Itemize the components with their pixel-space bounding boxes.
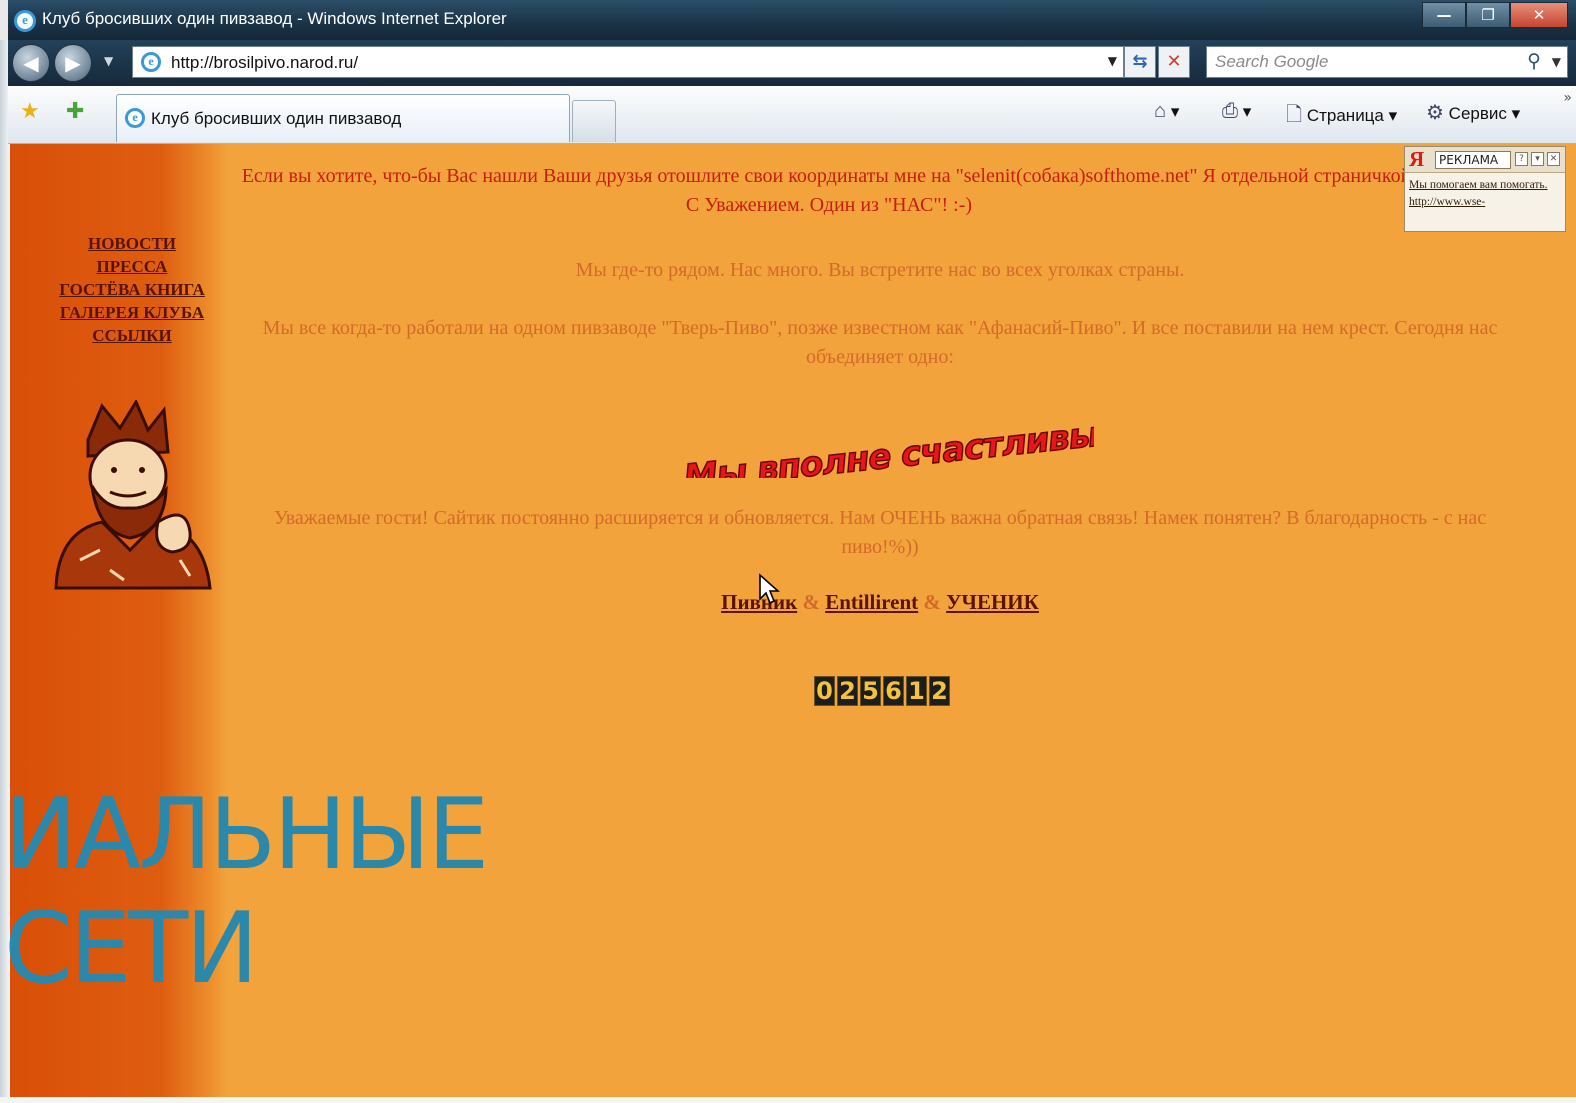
search-box[interactable]: ⚲ ▼ (1206, 46, 1568, 78)
ad-link[interactable]: Мы помогаем вам помогать. http://www.wse… (1409, 177, 1561, 211)
overlay-heading-line2: СЕТИ (4, 892, 259, 1006)
slogan-text: Мы вполне счастливы! (682, 413, 1094, 478)
back-arrow-icon: ◀ (23, 51, 39, 75)
gear-icon: ⚙ (1426, 102, 1444, 124)
counter-digit: 0 (814, 676, 835, 706)
ad-close-icon[interactable]: ✕ (1547, 152, 1560, 166)
ad-banner[interactable]: Я РЕКЛАМА ? ▾ ✕ Мы помогаем вам помогать… (1404, 146, 1566, 232)
page-bottom-edge (0, 1097, 1576, 1103)
maximize-button[interactable]: ❐ (1466, 2, 1510, 28)
refresh-button[interactable]: ⇆ (1124, 46, 1156, 78)
notice-text: Если вы хотите, что-бы Вас нашли Ваши др… (241, 165, 1417, 216)
new-tab-button[interactable] (572, 100, 616, 142)
counter-digit: 2 (929, 676, 950, 706)
favorites-star-icon[interactable]: ★ (20, 100, 40, 124)
print-button[interactable]: ⎙ ▾ (1222, 100, 1251, 123)
tools-menu[interactable]: ⚙ Сервис ▾ (1426, 100, 1520, 125)
home-button[interactable]: ⌂ ▾ (1154, 100, 1179, 123)
ad-collapse-icon[interactable]: ▾ (1531, 152, 1544, 166)
tab-label: Клуб бросивших один пивзавод (151, 109, 402, 128)
printer-icon: ⎙ (1222, 100, 1238, 122)
author-link-entillirent[interactable]: Entillirent (825, 590, 918, 614)
stop-icon: ✕ (1166, 51, 1182, 72)
overlay-heading-line1: ИАЛЬНЫЕ (4, 778, 489, 892)
tab-toolbar: ★ ✚ e Клуб бросивших один пивзавод ⌂ ▾ ⎙… (8, 86, 1576, 144)
page-menu[interactable]: 🗋 Страница ▾ (1286, 100, 1397, 134)
nav-link-press[interactable]: ПРЕССА (10, 255, 254, 278)
more-chevron-icon[interactable]: » (1563, 90, 1572, 106)
home-icon: ⌂ (1154, 100, 1167, 122)
search-icon[interactable]: ⚲ (1527, 50, 1541, 72)
tab-active[interactable]: e Клуб бросивших один пивзавод (116, 94, 570, 142)
window-titlebar[interactable]: e Клуб бросивших один пивзавод - Windows… (8, 0, 1576, 40)
mouse-cursor-icon (759, 573, 780, 605)
forward-arrow-icon: ▶ (65, 51, 81, 75)
story-text: Мы все когда-то работали на одном пивзав… (262, 317, 1498, 368)
ad-header: Я РЕКЛАМА ? ▾ ✕ (1405, 147, 1565, 173)
tools-menu-label: Сервис (1448, 104, 1507, 123)
nav-link-news[interactable]: НОВОСТИ (10, 232, 254, 255)
intro-text: Мы где-то рядом. Нас много. Вы встретите… (575, 259, 1185, 281)
yandex-logo: Я (1409, 147, 1425, 171)
address-toolbar: ◀ ▶ ▼ e http://brosilpivo.narod.ru/ ▼ ⇆ … (8, 40, 1576, 86)
forward-button[interactable]: ▶ (54, 44, 92, 82)
add-favorite-icon[interactable]: ✚ (66, 100, 84, 124)
search-input[interactable] (1207, 47, 1507, 77)
address-field[interactable]: e http://brosilpivo.narod.ru/ ▼ (132, 46, 1124, 78)
address-url[interactable]: http://brosilpivo.narod.ru/ (171, 53, 358, 73)
nav-link-guestbook[interactable]: ГОСТЁВА КНИГА (10, 278, 254, 301)
page-menu-label: Страница (1306, 106, 1384, 125)
portrait-illustration (54, 400, 212, 590)
counter-digit: 6 (883, 676, 904, 706)
refresh-icon: ⇆ (1132, 51, 1148, 72)
ad-help-icon[interactable]: ? (1515, 152, 1528, 166)
minimize-button[interactable]: — (1422, 2, 1466, 28)
window-title: Клуб бросивших один пивзавод - Windows I… (42, 9, 507, 28)
link-separator: & (923, 590, 941, 614)
author-links: Пивник & Entillirent & УЧЕНИК (250, 590, 1510, 615)
stop-button[interactable]: ✕ (1158, 46, 1190, 78)
search-options-icon[interactable]: ▼ (1552, 55, 1561, 69)
window-controls: — ❐ ✕ (1422, 2, 1568, 28)
counter-digit: 1 (906, 676, 927, 706)
link-separator: & (802, 590, 820, 614)
history-dropdown-icon[interactable]: ▼ (104, 54, 113, 68)
page-icon: 🗋 (1286, 104, 1303, 126)
sidebar-nav: НОВОСТИ ПРЕССА ГОСТЁВА КНИГА ГАЛЕРЕЯ КЛУ… (10, 232, 254, 347)
ie-logo-icon: e (14, 10, 36, 32)
counter-digit: 2 (837, 676, 858, 706)
screenshot-root: e Клуб бросивших один пивзавод - Windows… (0, 0, 1576, 1103)
counter-digit: 5 (860, 676, 881, 706)
ad-label: РЕКЛАМА (1435, 151, 1511, 169)
address-dropdown-icon[interactable]: ▼ (1108, 54, 1117, 68)
close-button[interactable]: ✕ (1510, 2, 1568, 28)
tab-favicon-icon: e (125, 108, 145, 128)
nav-link-links[interactable]: ССЫЛКИ (10, 324, 254, 347)
author-link-uchenik[interactable]: УЧЕНИК (946, 590, 1039, 614)
guests-text: Уважаемые гости! Сайтик постоянно расшир… (273, 507, 1487, 558)
visit-counter: 0 2 5 6 1 2 (814, 676, 950, 706)
page-favicon-icon: e (141, 52, 161, 72)
slogan-graphic: Мы вполне счастливы! (681, 412, 1094, 478)
back-button[interactable]: ◀ (12, 44, 50, 82)
nav-link-gallery[interactable]: ГАЛЕРЕЯ КЛУБА (10, 301, 254, 324)
